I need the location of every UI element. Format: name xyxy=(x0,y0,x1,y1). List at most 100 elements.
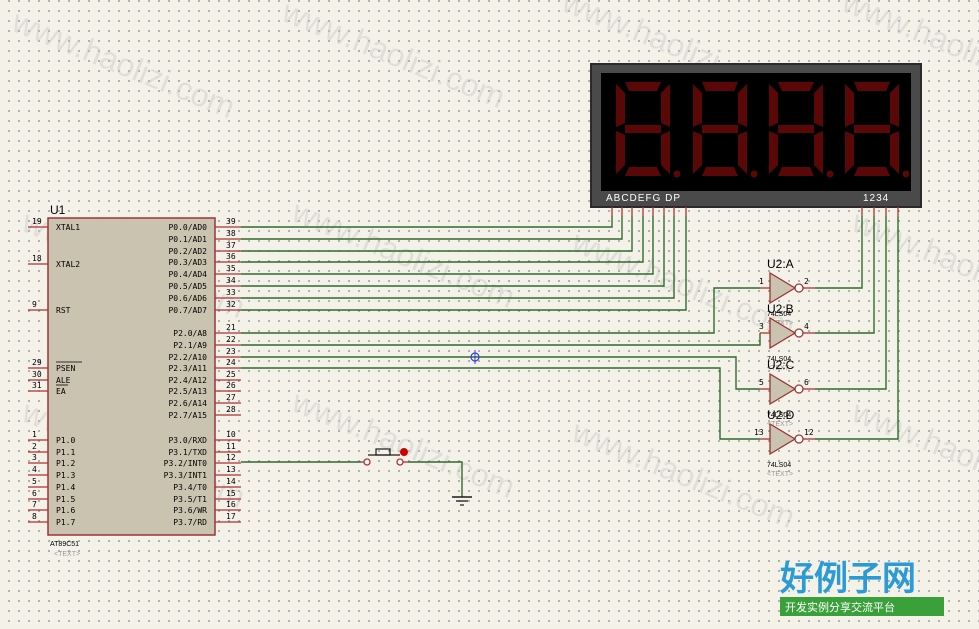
watermark-text: www.haolizi.com xyxy=(566,413,800,535)
gate-ref: U2:B xyxy=(767,302,794,316)
pin-number: 7 xyxy=(32,500,37,509)
button-indicator-icon[interactable] xyxy=(400,448,408,456)
display-pins xyxy=(611,207,899,216)
pin-name: RST xyxy=(56,306,71,315)
pin-number: 12 xyxy=(226,453,236,462)
pin-number: 33 xyxy=(226,288,236,297)
gate-output-pin: 6 xyxy=(804,378,809,387)
pin-name: P1.3 xyxy=(56,471,75,480)
pin-number: 27 xyxy=(226,393,236,402)
pin-number: 9 xyxy=(32,300,37,309)
pin-number: 39 xyxy=(226,217,236,226)
pin-name: P0.1/AD1 xyxy=(168,235,207,244)
pin-number: 15 xyxy=(226,489,236,498)
pin-number: 21 xyxy=(226,323,236,332)
pin-name: P2.3/A11 xyxy=(168,364,207,373)
pin-name: EA xyxy=(56,387,66,396)
gate-output-pin: 4 xyxy=(804,322,809,331)
pin-name: P2.4/A12 xyxy=(168,376,207,385)
watermark-text: www.haolizi.com xyxy=(286,383,520,505)
pin-number: 31 xyxy=(32,381,42,390)
watermark-text: www.haolizi.com xyxy=(846,393,979,515)
pin-name: P3.4/T0 xyxy=(173,483,207,492)
pin-name: P3.2/INT0 xyxy=(164,459,208,468)
pin-name: PSEN xyxy=(56,364,75,373)
gate-output-pin: 12 xyxy=(804,428,814,437)
pin-number: 34 xyxy=(226,276,236,285)
mcu-text-placeholder: <TEXT> xyxy=(54,551,80,558)
pin-name: P2.6/A14 xyxy=(168,399,207,408)
pin-number: 6 xyxy=(32,489,37,498)
gate-ref: U2:D xyxy=(767,408,795,422)
inverter-gate[interactable]: U2:D13 12 74LS04 <TEXT> xyxy=(754,408,815,478)
pin-number: 11 xyxy=(226,442,236,451)
pin-number: 2 xyxy=(32,442,37,451)
watermark-text: www.haolizi.com xyxy=(286,193,520,315)
pin-name: P3.1/TXD xyxy=(168,448,207,457)
pin-name: P3.5/T1 xyxy=(173,495,207,504)
pin-name: P0.7/AD7 xyxy=(168,306,207,315)
pin-name: P2.0/A8 xyxy=(173,329,207,338)
wires xyxy=(241,216,899,497)
pin-name: P2.5/A13 xyxy=(168,387,207,396)
pin-name: P1.6 xyxy=(56,506,75,515)
gate-input-pin: 13 xyxy=(754,428,764,437)
pin-name: P0.6/AD6 xyxy=(168,294,207,303)
pin-name: P3.0/RXD xyxy=(168,436,207,445)
pin-number: 1 xyxy=(32,430,37,439)
pin-name: P1.2 xyxy=(56,459,75,468)
pin-number: 28 xyxy=(226,405,236,414)
ground-symbol xyxy=(452,496,472,506)
pin-number: 10 xyxy=(226,430,236,439)
pin-number: 3 xyxy=(32,453,37,462)
inverter-gates: U2:A1274LS04<TEXT>U2:B3474LS04<TEXT>U2:C… xyxy=(754,257,815,478)
pin-name: P1.4 xyxy=(56,483,75,492)
pin-number: 36 xyxy=(226,252,236,261)
gate-ref: U2:A xyxy=(767,257,794,271)
gate-input-pin: 5 xyxy=(759,378,764,387)
pin-number: 23 xyxy=(226,347,236,356)
pin-number: 8 xyxy=(32,512,37,521)
site-logo: 好例子网 开发实例分享交流平台 xyxy=(779,559,944,616)
pin-name: P3.3/INT1 xyxy=(164,471,208,480)
gate-output-pin: 2 xyxy=(804,277,809,286)
pin-name: XTAL2 xyxy=(56,260,80,269)
gate-part: 74LS04 xyxy=(767,462,791,469)
display-digit-label: 1234 xyxy=(863,193,889,204)
pin-name: P0.3/AD3 xyxy=(168,258,207,267)
pin-name: P0.2/AD2 xyxy=(168,247,207,256)
logo-text: 好例子网 xyxy=(779,559,916,599)
pin-name: P2.2/A10 xyxy=(168,353,207,362)
gate-text-placeholder: <TEXT> xyxy=(767,471,793,478)
seven-segment-display[interactable]: ABCDEFG DP 1234 xyxy=(590,63,922,216)
pin-name: P1.0 xyxy=(56,436,75,445)
watermark-text: www.haolizi.com xyxy=(566,223,800,345)
pin-name: ALE xyxy=(56,376,71,385)
watermark-text: www.haolizi.com xyxy=(846,203,979,325)
pin-number: 5 xyxy=(32,477,37,486)
mcu-u1[interactable]: U1 AT89C51 <TEXT> 19 XTAL1 1 8 XTAL2 9 RST 29 PS… xyxy=(28,203,241,558)
pin-number: 16 xyxy=(226,500,236,509)
inverter-gate[interactable]: U2:A1274LS04<TEXT> xyxy=(759,257,815,327)
pin-number: 14 xyxy=(226,477,236,486)
logo-slogan: 开发实例分享交流平台 xyxy=(785,600,895,614)
pin-number: 4 xyxy=(32,465,37,474)
pin-number: 29 xyxy=(32,358,42,367)
watermark-text: www.haolizi.com xyxy=(276,0,510,115)
mcu-ref: U1 xyxy=(50,203,66,217)
pin-name: P1.7 xyxy=(56,518,75,527)
pin-name: P0.4/AD4 xyxy=(168,270,207,279)
pin-number: 19 xyxy=(32,217,42,226)
watermark-text: www.haolizi.com xyxy=(6,3,240,125)
pin-name: XTAL1 xyxy=(56,223,80,232)
pin-number: 22 xyxy=(226,335,236,344)
pin-number: 35 xyxy=(226,264,236,273)
schematic-canvas[interactable]: www.haolizi.com www.haolizi.com www.haoliz… xyxy=(0,0,979,629)
pin-number: 25 xyxy=(226,370,236,379)
pin-name: P3.6/WR xyxy=(173,506,207,515)
pin-name: P0.0/AD0 xyxy=(168,223,207,232)
mcu-part: AT89C51 xyxy=(50,541,79,548)
pin-number: 32 xyxy=(226,300,236,309)
pin-name: P3.7/RD xyxy=(173,518,207,527)
gate-input-pin: 3 xyxy=(759,322,764,331)
